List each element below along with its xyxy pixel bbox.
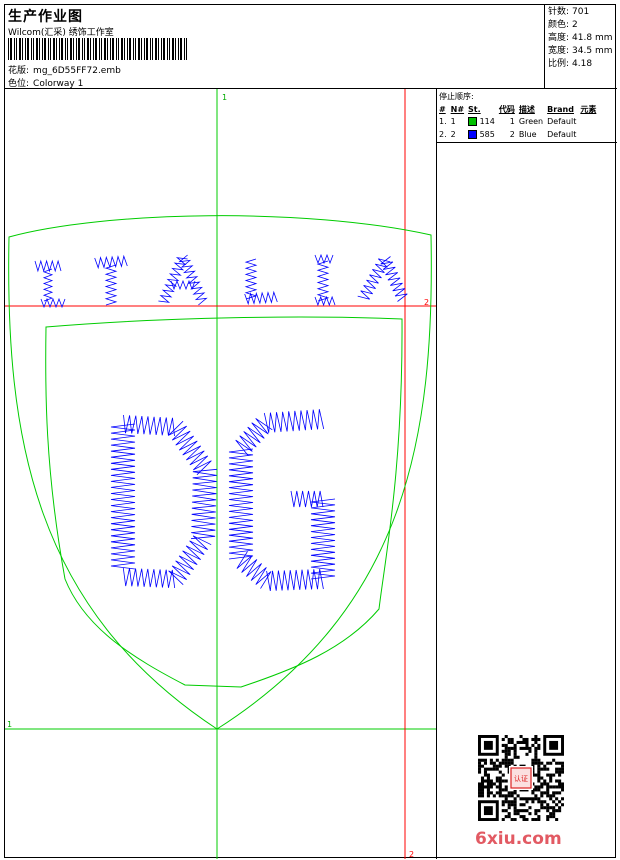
design-label: 花版: xyxy=(8,66,30,76)
stop-sequence-table: # N# St. 代码 描述 Brand 元素 1. 1 114 1 Green… xyxy=(437,103,598,141)
colorway-label: 色位: xyxy=(8,79,30,89)
design-row: 花版: mg_6D55FF72.emb xyxy=(8,63,121,76)
stop-sequence-panel: 停止顺序: # N# St. 代码 描述 Brand 元素 1. 1 114 1… xyxy=(437,89,617,143)
page-title: 生产作业图 xyxy=(8,9,83,25)
stop-sequence-row: 2. 2 585 2 Blue Default xyxy=(439,130,577,139)
embroidery-preview: 1 2 1 2 xyxy=(5,89,436,859)
maker-name: Wilcom(汇采) 绣饰工作室 xyxy=(8,28,114,38)
col-stitches: St. xyxy=(468,104,481,114)
stop-sequence-title: 停止顺序: xyxy=(439,92,474,101)
barcode xyxy=(8,38,187,60)
stop-sequence-row: 1. 1 114 1 Green Default xyxy=(439,117,577,126)
marker-bottom: 2 xyxy=(409,850,414,859)
italia-lettering xyxy=(34,253,408,309)
marker-left: 1 xyxy=(7,720,12,729)
col-index: # xyxy=(439,104,446,114)
col-n: N# xyxy=(450,104,465,114)
dg-monogram xyxy=(110,409,336,591)
design-canvas: 1 2 1 2 xyxy=(5,89,437,859)
design-stats: 针数: 701 颜色: 2 高度: 41.8 mm 宽度: 34.5 mm 比例: 4.1… xyxy=(545,5,617,89)
col-brand: Brand xyxy=(547,104,574,114)
shield-inner-outline xyxy=(45,316,403,688)
col-description: 描述 xyxy=(518,104,535,114)
header-panel: 生产作业图 Wilcom(汇采) 绣饰工作室 花版: mg_6D55FF72.em… xyxy=(5,5,545,89)
stop-sequence-header: # N# St. 代码 描述 Brand 元素 xyxy=(437,103,598,115)
stat-height: 高度: 41.8 mm xyxy=(548,33,613,43)
colorway-row: 色位: Colorway 1 xyxy=(8,76,83,89)
colorway-value: Colorway 1 xyxy=(33,79,84,89)
stat-stitches: 针数: 701 xyxy=(548,7,590,17)
svg-text:认证: 认证 xyxy=(514,774,528,783)
marker-top: 1 xyxy=(222,93,227,102)
site-watermark-logo: 6xiu.com xyxy=(475,829,562,849)
design-file: mg_6D55FF72.emb xyxy=(33,66,121,76)
marker-right: 2 xyxy=(424,298,429,307)
col-element: 元素 xyxy=(580,104,597,114)
stat-scale: 比例: 4.18 xyxy=(548,59,593,69)
stat-colors: 颜色: 2 xyxy=(548,20,578,30)
production-worksheet: 生产作业图 Wilcom(汇采) 绣饰工作室 花版: mg_6D55FF72.em… xyxy=(4,4,617,859)
stat-width: 宽度: 34.5 mm xyxy=(548,46,613,56)
color-swatch xyxy=(468,117,478,126)
color-swatch xyxy=(468,130,478,139)
qr-code: 认证 xyxy=(478,735,564,821)
col-code: 代码 xyxy=(498,104,515,114)
